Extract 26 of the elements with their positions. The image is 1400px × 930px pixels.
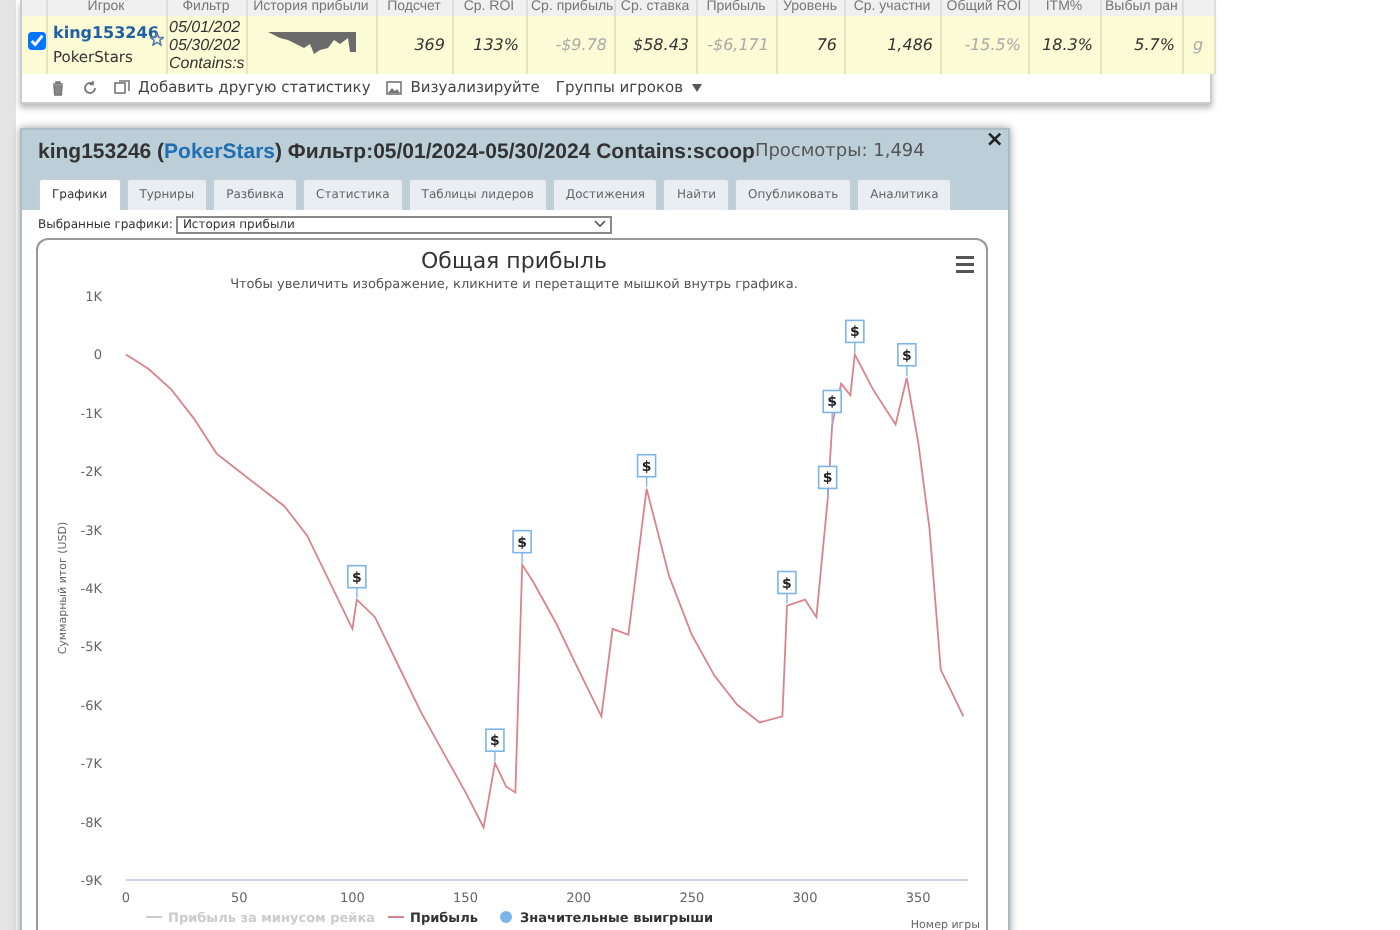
stat-value: 133% (473, 35, 519, 53)
filter-text: 05/01/202 05/30/202 Contains:s (169, 16, 247, 74)
stat-value: 76 (816, 35, 837, 53)
stat-value: -$9.78 (555, 35, 607, 53)
profit-sparkline (267, 31, 355, 59)
stat-value: 18.3% (1042, 35, 1093, 53)
stat-value: g (1192, 35, 1204, 53)
stat-value: 369 (414, 35, 445, 53)
stat-value: $58.43 (633, 35, 689, 53)
stat-value: -15.5% (964, 35, 1021, 53)
stat-value: 1,486 (887, 35, 933, 53)
row-checkbox[interactable] (28, 32, 46, 50)
close-button[interactable]: × (985, 128, 1004, 150)
caret-icon (691, 84, 701, 92)
chart-title: Общая прибыль (421, 247, 607, 274)
stat-value: -$6,171 (707, 35, 769, 53)
image-icon[interactable] (386, 80, 403, 96)
menu-icon[interactable] (956, 255, 974, 273)
dialog-title: king153246 (PokerStars) Фильтр:05/01/2024-05/30/2024 Contains:scoop (38, 138, 755, 168)
chevron-icon (594, 220, 607, 229)
copy-icon[interactable] (114, 80, 130, 96)
view-count: Просмотры: 1,494 (754, 140, 925, 167)
refresh-icon[interactable] (82, 80, 98, 96)
stat-value: 5.7% (1134, 35, 1175, 53)
player-link[interactable]: king153246 (53, 23, 159, 41)
trash-icon[interactable] (50, 80, 66, 96)
